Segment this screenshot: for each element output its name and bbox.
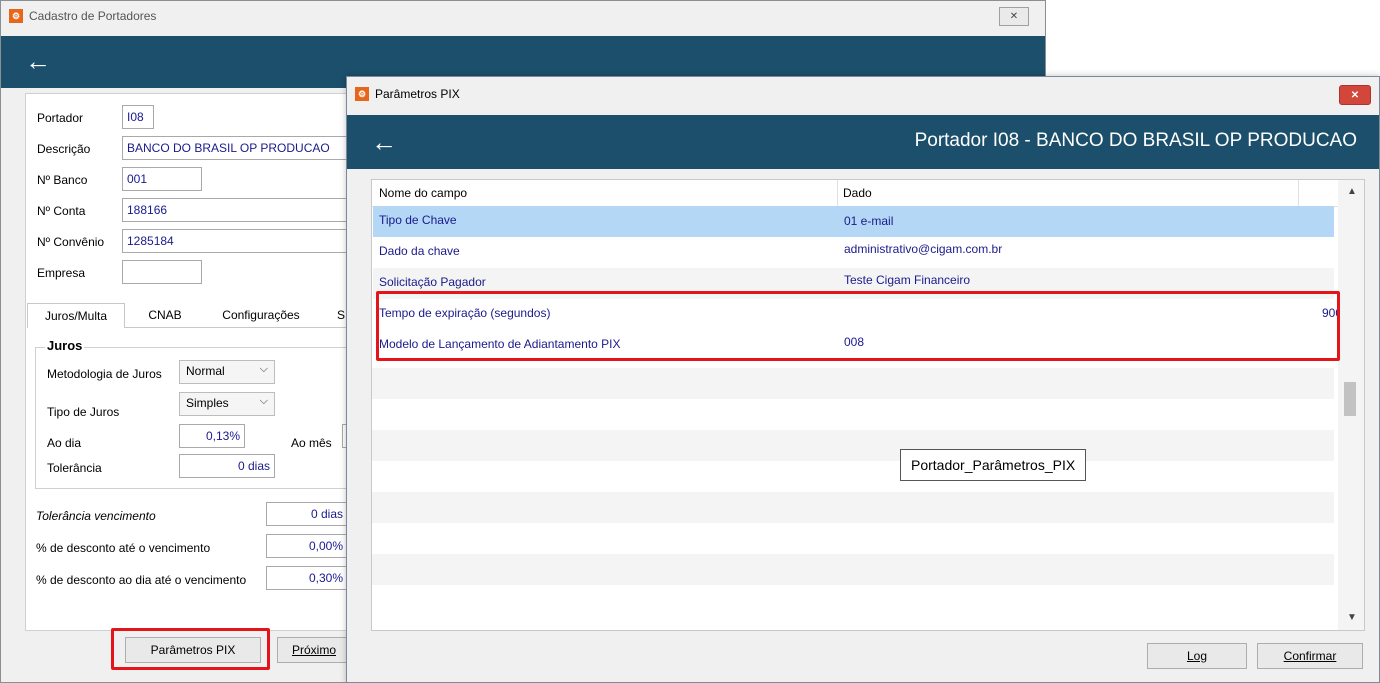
cell-dado: administrativo@cigam.com.br xyxy=(844,242,1003,256)
tolerancia-field[interactable]: 0 dias xyxy=(179,454,275,478)
close-button[interactable]: ✕ xyxy=(999,7,1029,26)
proximo-button[interactable]: Próximo xyxy=(277,637,351,663)
portador-field[interactable]: I08 xyxy=(122,105,154,129)
tipo-juros-select[interactable]: Simples ⌵ xyxy=(179,392,275,416)
empty-row xyxy=(372,554,1334,585)
pix-header-title: Portador I08 - BANCO DO BRASIL OP PRODUC… xyxy=(914,130,1357,151)
parametros-pix-highlight xyxy=(111,628,270,670)
close-icon: ✕ xyxy=(1009,11,1019,22)
metodologia-select[interactable]: Normal ⌵ xyxy=(179,360,275,384)
main-titlebar: ⚙ Cadastro de Portadores ✕ xyxy=(1,1,1045,31)
empresa-label: Empresa xyxy=(37,266,86,280)
descricao-field[interactable]: BANCO DO BRASIL OP PRODUCAO xyxy=(122,136,362,160)
chevron-down-icon: ⌵ xyxy=(259,363,268,375)
pix-grid: Nome do campo Dado Tipo de Chave 01 e-ma… xyxy=(371,179,1365,631)
col-divider xyxy=(1298,180,1299,206)
app-icon: ⚙ xyxy=(9,9,23,23)
main-window-title: Cadastro de Portadores xyxy=(29,9,157,23)
close-icon: ✕ xyxy=(1350,89,1360,101)
vertical-scrollbar[interactable]: ▲ ▼ xyxy=(1338,180,1364,630)
col-divider xyxy=(837,180,838,206)
cell-nome: Tipo de Chave xyxy=(379,213,457,227)
cell-nome: Solicitação Pagador xyxy=(379,275,486,289)
back-arrow-icon[interactable]: ← xyxy=(371,129,397,155)
pix-titlebar: ⚙ Parâmetros PIX ✕ xyxy=(347,77,1379,111)
tab-label: S xyxy=(336,308,345,322)
ao-dia-label: Ao dia xyxy=(47,436,82,450)
confirmar-button[interactable]: Confirmar xyxy=(1257,643,1363,669)
pix-header-band: ← Portador I08 - BANCO DO BRASIL OP PROD… xyxy=(347,115,1379,169)
tab-configuracoes[interactable]: Configurações xyxy=(211,303,311,327)
desconto-dia-field[interactable]: 0,30% xyxy=(266,566,348,590)
table-row[interactable]: Dado da chave administrativo@cigam.com.b… xyxy=(373,237,1354,268)
metodologia-label: Metodologia de Juros xyxy=(47,367,162,381)
nconta-label: Nº Conta xyxy=(37,204,86,218)
tooltip-text: Portador_Parâmetros_PIX xyxy=(911,457,1076,473)
tolerancia-label: Tolerância xyxy=(47,461,102,475)
nbanco-label: Nº Banco xyxy=(37,173,88,187)
empresa-field[interactable] xyxy=(122,260,202,284)
nconvenio-field[interactable]: 1285184 xyxy=(122,229,362,253)
desconto-venc-field[interactable]: 0,00% xyxy=(266,534,348,558)
tab-juros-multa[interactable]: Juros/Multa xyxy=(27,303,125,328)
nbanco-field[interactable]: 001 xyxy=(122,167,202,191)
desconto-dia-label: % de desconto ao dia até o vencimento xyxy=(36,573,247,587)
tipo-juros-value: Simples xyxy=(186,396,229,410)
chevron-down-icon: ⌵ xyxy=(259,395,268,407)
pix-close-button[interactable]: ✕ xyxy=(1339,85,1371,105)
cell-nome: Dado da chave xyxy=(379,244,460,258)
rows-highlight xyxy=(376,291,1340,361)
parametros-pix-window: ⚙ Parâmetros PIX ✕ ← Portador I08 - BANC… xyxy=(346,76,1380,683)
empty-row xyxy=(372,492,1334,523)
tab-label: CNAB xyxy=(148,308,182,322)
cell-dado: 01 e-mail xyxy=(844,214,894,228)
ao-mes-label: Ao mês xyxy=(291,436,332,450)
log-label: Log xyxy=(1186,649,1208,663)
cell-dado: Teste Cigam Financeiro xyxy=(844,273,971,287)
tab-cnab[interactable]: CNAB xyxy=(135,303,195,327)
proximo-label: Próximo xyxy=(291,643,336,657)
ao-dia-field[interactable]: 0,13% xyxy=(179,424,245,448)
descricao-label: Descrição xyxy=(37,142,91,156)
tolerancia-venc-field[interactable]: 0 dias xyxy=(266,502,348,526)
col-dado-header[interactable]: Dado xyxy=(843,186,872,200)
tolerancia-venc-label: Tolerância vencimento xyxy=(36,509,156,523)
empty-row xyxy=(372,430,1334,461)
grid-header-row: Nome do campo Dado xyxy=(372,180,1364,207)
tipo-juros-label: Tipo de Juros xyxy=(47,405,120,419)
portador-label: Portador xyxy=(37,111,84,125)
scroll-down-icon[interactable]: ▼ xyxy=(1347,612,1357,623)
app-icon: ⚙ xyxy=(355,87,369,101)
table-row[interactable]: Tipo de Chave 01 e-mail xyxy=(373,206,1354,237)
scrollbar-thumb[interactable] xyxy=(1344,382,1356,416)
log-button[interactable]: Log xyxy=(1147,643,1247,669)
juros-group-title: Juros xyxy=(45,338,85,353)
confirmar-label: Confirmar xyxy=(1283,649,1337,663)
metodologia-value: Normal xyxy=(186,364,225,378)
empty-row xyxy=(372,368,1334,399)
desconto-venc-label: % de desconto até o vencimento xyxy=(36,541,211,555)
scroll-up-icon[interactable]: ▲ xyxy=(1347,186,1357,197)
tooltip: Portador_Parâmetros_PIX xyxy=(900,449,1087,481)
pix-window-title: Parâmetros PIX xyxy=(375,87,460,101)
back-arrow-icon[interactable]: ← xyxy=(25,48,51,74)
nconvenio-label: Nº Convênio xyxy=(37,235,105,249)
tab-label: Configurações xyxy=(222,308,300,322)
col-nome-header[interactable]: Nome do campo xyxy=(379,186,467,200)
nconta-field[interactable]: 188166 xyxy=(122,198,362,222)
tab-label: Juros/Multa xyxy=(44,309,108,323)
